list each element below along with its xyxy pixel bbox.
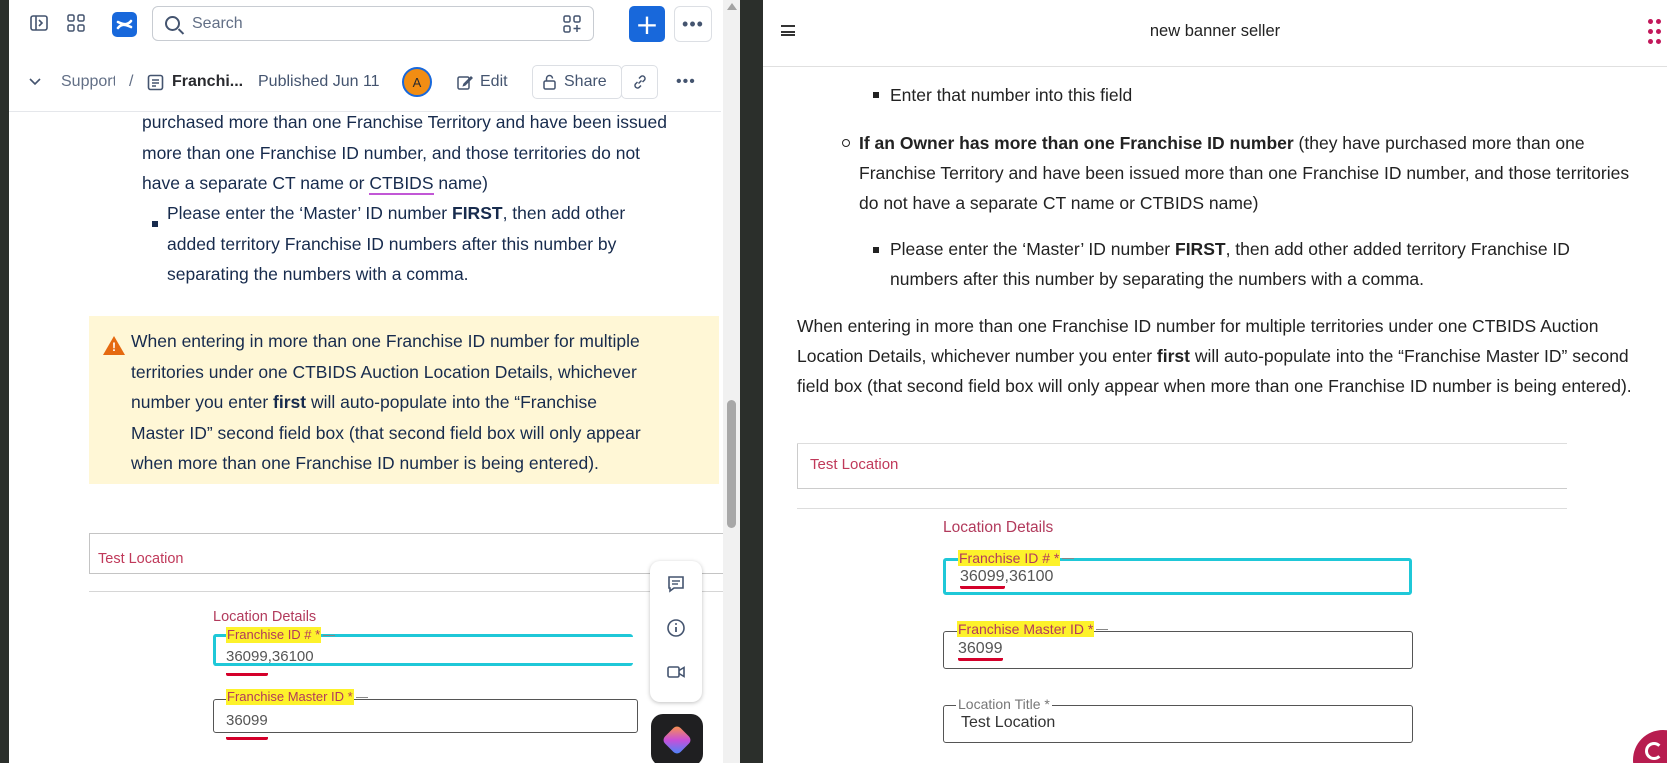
location-title-field: Location Title * Test Location (943, 696, 1413, 743)
bullet-line: separating the numbers with a comma. (167, 264, 469, 284)
create-button[interactable]: + (629, 6, 665, 42)
page-icon (147, 60, 164, 104)
test-location-header: Test Location (797, 444, 1567, 489)
franchise-master-id-value: 36099 (958, 640, 1003, 661)
app-title: new banner seller (1149, 22, 1281, 40)
franchise-master-id-label: Franchise Master ID * (226, 689, 368, 705)
search-placeholder: Search (192, 14, 243, 32)
vertical-scrollbar[interactable] (723, 0, 740, 763)
search-icon (165, 16, 180, 31)
bullet-marker (873, 247, 879, 253)
franchise-master-id-value: 36099 (226, 706, 268, 740)
confluence-logo-icon[interactable] (112, 12, 137, 37)
chat-icon (1645, 742, 1663, 760)
embed-divider (797, 508, 1567, 509)
edit-button[interactable]: Edit (457, 60, 508, 104)
bullet-marker (873, 92, 879, 98)
bullet-line: Please enter the ‘Master’ ID number FIRS… (167, 203, 626, 223)
intro-text: purchased more than one Franchise Territ… (142, 107, 722, 199)
franchise-id-value: 36099,36100 (960, 568, 1053, 589)
bullet-line: added territory Franchise ID numbers aft… (167, 233, 617, 254)
share-button-label: Share (564, 73, 607, 90)
franchise-id-label: Franchise ID # * (958, 550, 1075, 566)
video-icon[interactable] (666, 662, 686, 687)
help-chat-button[interactable] (1633, 730, 1667, 763)
bullet-marker (152, 221, 158, 227)
scroll-up-icon[interactable] (727, 3, 737, 10)
ellipsis-icon: ••• (682, 13, 704, 34)
breadcrumb-space[interactable]: Support (61, 60, 115, 104)
location-details-label: Location Details (943, 519, 1054, 536)
franchise-id-label: Franchise ID # * (226, 627, 336, 643)
info-icon[interactable] (666, 618, 686, 643)
warning-text: When entering in more than one Franchise… (131, 331, 641, 473)
warning-panel: ! When entering in more than one Franchi… (89, 316, 719, 484)
search-input[interactable]: Search (152, 6, 594, 41)
breadcrumb-page-title[interactable]: Franchi... (172, 60, 243, 104)
edit-button-label: Edit (480, 73, 508, 90)
franchise-master-id-field: Franchise Master ID * 36099 (943, 621, 1413, 669)
published-status: Published Jun 11 (258, 73, 380, 90)
embedded-screenshot: Test Location Location Details Franchise… (89, 533, 729, 763)
scrollbar-thumb[interactable] (727, 400, 736, 528)
franchise-master-id-label: Franchise Master ID * (957, 621, 1109, 637)
share-button[interactable]: Share (532, 65, 622, 99)
app-menu-dots-icon[interactable] (1648, 19, 1662, 45)
page-body: purchased more than one Franchise Territ… (9, 112, 729, 763)
note-paragraph: When entering in more than one Franchise… (797, 316, 1632, 396)
franchise-id-field: Franchise ID # * 36099,36100 (943, 550, 1412, 595)
intro-line: have a separate CT name or CTBIDS name) (142, 173, 488, 195)
franchise-master-id-field: Franchise Master ID * 36099 (213, 689, 638, 740)
app-header: new banner seller (763, 0, 1667, 67)
breadcrumb-separator: / (129, 73, 134, 90)
intro-line: more than one Franchise ID number, and t… (142, 142, 641, 163)
owner-paragraph: If an Owner has more than one Franchise … (859, 133, 1630, 213)
app-switcher-icon[interactable] (66, 13, 86, 33)
chevron-down-icon[interactable] (29, 60, 47, 104)
plus-icon: + (635, 7, 659, 41)
sub-bullet-text: Enter that number into this field (890, 85, 1133, 105)
split-screen: Search + ••• Support / Franchi... Publis… (0, 0, 1667, 763)
comment-icon[interactable] (666, 574, 686, 599)
bullet-text: Please enter the ‘Master’ ID number FIRS… (167, 198, 707, 290)
rovo-icon (661, 724, 693, 756)
avatar[interactable]: A (402, 67, 432, 97)
page-more-icon[interactable]: ••• (676, 60, 696, 104)
warning-icon: ! (103, 336, 125, 355)
test-location-header: Test Location (89, 533, 729, 574)
copy-link-button[interactable] (621, 65, 658, 99)
bullet-circle (842, 139, 850, 147)
page-header: Support / Franchi... Published Jun 11 A … (9, 60, 721, 104)
location-title-value: Test Location (961, 714, 1056, 731)
franchise-id-value: 36099,36100 (226, 642, 314, 676)
ctbids-term: CTBIDS (369, 173, 434, 195)
more-options-button[interactable]: ••• (674, 6, 712, 42)
quick-find-icon[interactable] (563, 15, 581, 37)
rovo-ai-button[interactable] (651, 714, 703, 763)
master-id-bullet: Please enter the ‘Master’ ID number FIRS… (890, 239, 1570, 289)
confluence-pane: Search + ••• Support / Franchi... Publis… (9, 0, 740, 763)
franchise-id-field: Franchise ID # * 36099,36100 (213, 627, 633, 676)
embed-divider (89, 591, 729, 592)
top-nav: Search + ••• (9, 0, 721, 48)
intro-line: purchased more than one Franchise Territ… (142, 112, 667, 132)
sidebar-toggle-icon[interactable] (29, 13, 49, 33)
floating-toolbar (650, 561, 702, 702)
location-title-label: Location Title * (956, 696, 1052, 712)
app-preview-pane: new banner seller Enter that number into… (763, 0, 1667, 763)
